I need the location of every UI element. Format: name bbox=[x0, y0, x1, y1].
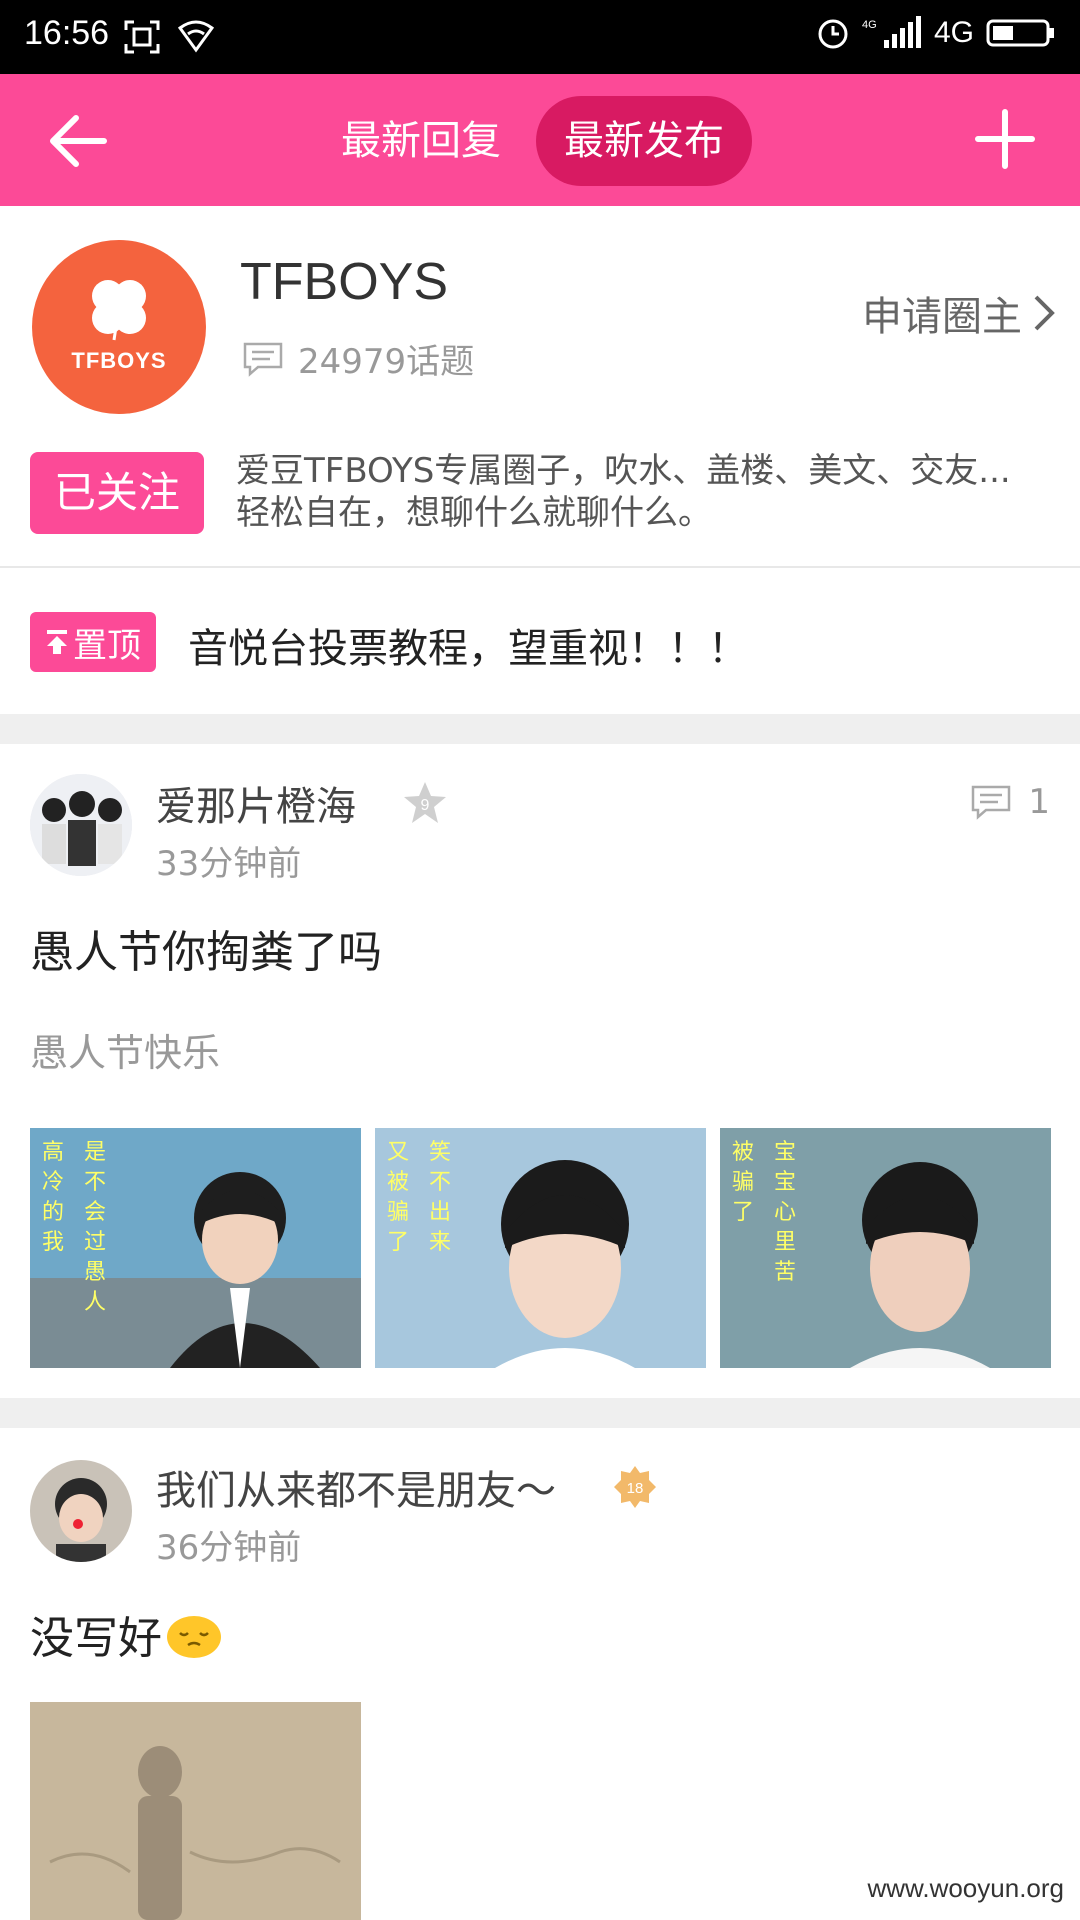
photo-boy-2 bbox=[375, 1128, 706, 1368]
photo-boy-1 bbox=[30, 1128, 361, 1368]
chevron-right-icon bbox=[1034, 295, 1055, 331]
comment-count: 1 bbox=[1028, 782, 1050, 822]
author-name[interactable]: 我们从来都不是朋友～ bbox=[156, 1458, 556, 1516]
avatar-image bbox=[30, 1460, 132, 1562]
divider bbox=[0, 1398, 1080, 1428]
circle-name: TFBOYS bbox=[240, 253, 449, 311]
svg-text:4G: 4G bbox=[862, 19, 877, 31]
post-time: 33分钟前 bbox=[156, 844, 302, 884]
post-time: 36分钟前 bbox=[156, 1528, 302, 1568]
circle-header: TFBOYS TFBOYS 24979话题 申请圈主 已关注 爱豆TFBOYS专… bbox=[0, 206, 1080, 568]
pinned-title: 音悦台投票教程，望重视！！！ bbox=[188, 626, 748, 672]
avatar[interactable] bbox=[30, 774, 132, 876]
add-icon[interactable] bbox=[974, 108, 1036, 170]
status-bar: 16:56 4G 4G bbox=[0, 0, 1080, 74]
status-time: 16:56 bbox=[24, 14, 110, 52]
screenshot-icon bbox=[124, 20, 160, 54]
comment-icon bbox=[243, 342, 283, 377]
pinned-post[interactable]: 置顶 音悦台投票教程，望重视！！！ bbox=[0, 568, 1080, 714]
pin-top-icon bbox=[47, 630, 67, 654]
sad-emoji-icon bbox=[167, 1616, 221, 1658]
apply-owner-label: 申请圈主 bbox=[862, 294, 1022, 340]
level-badge: 18 bbox=[614, 1466, 656, 1508]
photo-boy-3 bbox=[720, 1128, 1051, 1368]
alarm-icon bbox=[818, 19, 848, 49]
image-caption-col2: 宝宝心里苦 bbox=[774, 1140, 797, 1285]
pinned-label: 置顶 bbox=[73, 625, 141, 666]
post-title: 没写好 bbox=[30, 1613, 162, 1664]
post-image[interactable]: 被骗了 宝宝心里苦 bbox=[720, 1128, 1051, 1368]
tab-latest-reply[interactable]: 最新回复 bbox=[326, 96, 516, 186]
comment-icon bbox=[972, 785, 1011, 820]
nav-bar: 最新回复 最新发布 bbox=[0, 74, 1080, 206]
post-item[interactable]: 爱那片橙海 9 33分钟前 1 愚人节你掏粪了吗 愚人节快乐 高冷的我 是不会过… bbox=[0, 744, 1080, 1400]
image-caption-col1: 高冷的我 bbox=[42, 1140, 65, 1255]
image-caption-col1: 被骗了 bbox=[732, 1140, 755, 1225]
post-image[interactable]: 高冷的我 是不会过愚人 bbox=[30, 1128, 361, 1368]
post-image[interactable]: 又被骗了 笑不出来 bbox=[375, 1128, 706, 1368]
logo-text: TFBOYS bbox=[71, 348, 167, 373]
photo-sand-shadow bbox=[30, 1702, 361, 1920]
follow-button[interactable]: 已关注 bbox=[30, 452, 204, 534]
divider bbox=[0, 714, 1080, 744]
circle-description: 爱豆TFBOYS专属圈子，吹水、盖楼、美文、交友... 轻松自在，想聊什么就聊什… bbox=[236, 450, 1052, 534]
post-image[interactable] bbox=[30, 1702, 361, 1920]
post-item[interactable]: 我们从来都不是朋友～ 18 36分钟前 没写好 bbox=[0, 1428, 1080, 1920]
level-number: 18 bbox=[627, 1480, 644, 1497]
watermark: www.wooyun.org bbox=[867, 1873, 1064, 1903]
circle-logo[interactable]: TFBOYS bbox=[32, 240, 206, 414]
level-badge: 9 bbox=[404, 782, 446, 823]
image-caption-col2: 是不会过愚人 bbox=[84, 1140, 107, 1315]
comment-counter: 1 bbox=[970, 782, 1050, 822]
image-caption-col2: 笑不出来 bbox=[429, 1140, 452, 1255]
clover-icon bbox=[92, 280, 146, 341]
wifi-icon bbox=[178, 20, 214, 53]
apply-owner-link[interactable]: 申请圈主 bbox=[862, 284, 1056, 342]
battery-icon bbox=[986, 19, 1054, 47]
network-type: 4G bbox=[933, 16, 974, 49]
level-number: 9 bbox=[421, 797, 430, 814]
pinned-badge: 置顶 bbox=[30, 612, 156, 672]
avatar-image bbox=[30, 774, 132, 876]
avatar[interactable] bbox=[30, 1460, 132, 1562]
topic-count: 24979话题 bbox=[298, 342, 475, 382]
post-title: 愚人节你掏粪了吗 bbox=[30, 927, 382, 978]
author-name[interactable]: 爱那片橙海 bbox=[156, 774, 356, 832]
back-arrow-icon[interactable] bbox=[48, 114, 108, 168]
description-line-1: 爱豆TFBOYS专属圈子，吹水、盖楼、美文、交友... bbox=[236, 451, 1011, 491]
tab-latest-publish[interactable]: 最新发布 bbox=[536, 96, 752, 186]
post-subtitle: 愚人节快乐 bbox=[30, 1031, 221, 1075]
image-caption-col1: 又被骗了 bbox=[387, 1140, 410, 1255]
signal-icon: 4G bbox=[862, 16, 921, 48]
description-line-2: 轻松自在，想聊什么就聊什么。 bbox=[236, 493, 712, 533]
